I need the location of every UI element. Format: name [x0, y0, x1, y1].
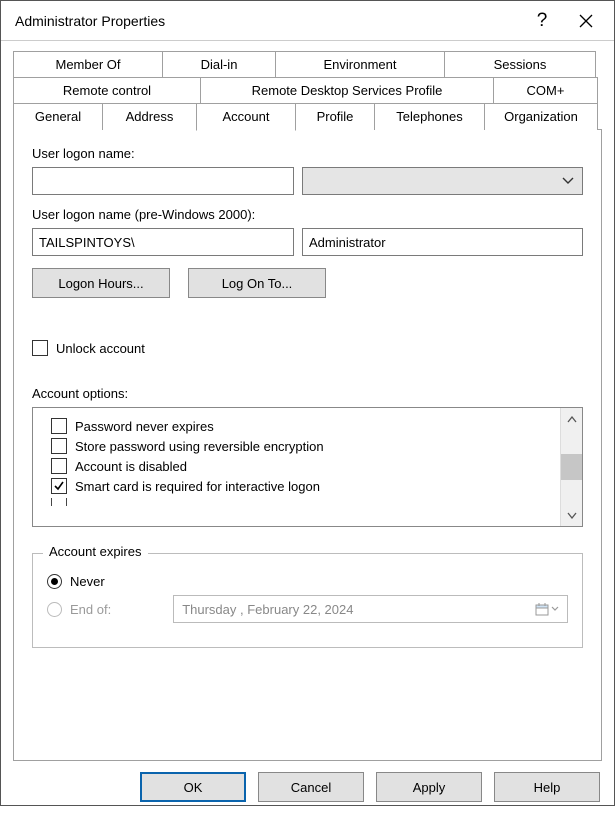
- logon-hours-button[interactable]: Logon Hours...: [32, 268, 170, 298]
- close-button[interactable]: [564, 1, 608, 41]
- prewin-label: User logon name (pre-Windows 2000):: [32, 207, 583, 222]
- tab-rds-profile[interactable]: Remote Desktop Services Profile: [200, 77, 494, 103]
- prewin-user-input[interactable]: [302, 228, 583, 256]
- cancel-button[interactable]: Cancel: [258, 772, 364, 802]
- option-account-disabled[interactable]: Account is disabled: [51, 458, 554, 474]
- tab-panel-account: User logon name: User logon name (pre-Wi…: [13, 129, 602, 761]
- account-options-label: Account options:: [32, 386, 583, 401]
- checkbox-icon: [51, 458, 67, 474]
- logon-name-input[interactable]: [32, 167, 294, 195]
- radio-icon: [47, 574, 62, 589]
- unlock-account-label: Unlock account: [56, 341, 145, 356]
- account-expires-legend: Account expires: [43, 544, 148, 559]
- option-truncated[interactable]: [51, 498, 554, 506]
- tab-dial-in[interactable]: Dial-in: [162, 51, 276, 77]
- option-reversible-encryption[interactable]: Store password using reversible encrypti…: [51, 438, 554, 454]
- radio-icon: [47, 602, 62, 617]
- content-area: Member Of Dial-in Environment Sessions R…: [1, 41, 614, 762]
- question-icon: ?: [537, 10, 548, 32]
- checkbox-icon: [51, 418, 67, 434]
- scroll-up-icon[interactable]: [561, 408, 582, 430]
- calendar-icon: [535, 602, 549, 616]
- expires-never-radio[interactable]: Never: [47, 574, 568, 589]
- tab-account[interactable]: Account: [196, 103, 296, 131]
- tab-profile[interactable]: Profile: [295, 103, 375, 130]
- dialog-footer: OK Cancel Apply Help: [1, 762, 614, 816]
- tab-environment[interactable]: Environment: [275, 51, 445, 77]
- tab-address[interactable]: Address: [102, 103, 197, 130]
- tab-member-of[interactable]: Member Of: [13, 51, 163, 77]
- apply-button[interactable]: Apply: [376, 772, 482, 802]
- scroll-thumb[interactable]: [561, 454, 582, 480]
- tab-com-plus[interactable]: COM+: [493, 77, 598, 103]
- expires-end-of-radio[interactable]: End of: Thursday , February 22, 2024: [47, 595, 568, 623]
- options-scrollbar[interactable]: [560, 408, 582, 526]
- tab-organization[interactable]: Organization: [484, 103, 598, 130]
- dialog-window: Administrator Properties ? Member Of Dia…: [0, 0, 615, 806]
- close-icon: [579, 14, 593, 28]
- checkbox-icon: [32, 340, 48, 356]
- chevron-down-icon: [562, 177, 574, 185]
- scroll-down-icon[interactable]: [561, 504, 582, 526]
- checkbox-icon: [51, 478, 67, 494]
- options-list-inner: Password never expires Store password us…: [33, 408, 560, 526]
- account-expires-group: Account expires Never End of: Thursday ,…: [32, 553, 583, 648]
- tab-remote-control[interactable]: Remote control: [13, 77, 201, 103]
- window-title: Administrator Properties: [15, 13, 520, 29]
- logon-name-label: User logon name:: [32, 146, 583, 161]
- calendar-dropdown-icon: [535, 602, 559, 616]
- checkbox-icon: [51, 498, 67, 506]
- option-password-never-expires[interactable]: Password never expires: [51, 418, 554, 434]
- tab-general[interactable]: General: [13, 103, 103, 130]
- tab-telephones[interactable]: Telephones: [374, 103, 485, 130]
- account-options-list: Password never expires Store password us…: [32, 407, 583, 527]
- help-titlebar-button[interactable]: ?: [520, 1, 564, 41]
- ok-button[interactable]: OK: [140, 772, 246, 802]
- titlebar: Administrator Properties ?: [1, 1, 614, 41]
- tab-strip: Member Of Dial-in Environment Sessions R…: [13, 51, 602, 130]
- log-on-to-button[interactable]: Log On To...: [188, 268, 326, 298]
- expires-date-picker[interactable]: Thursday , February 22, 2024: [173, 595, 568, 623]
- logon-domain-combo[interactable]: [302, 167, 583, 195]
- checkbox-icon: [51, 438, 67, 454]
- prewin-domain-input[interactable]: [32, 228, 294, 256]
- chevron-down-icon: [551, 606, 559, 612]
- expires-date-value: Thursday , February 22, 2024: [182, 602, 353, 617]
- unlock-account-checkbox[interactable]: Unlock account: [32, 340, 583, 356]
- tab-sessions[interactable]: Sessions: [444, 51, 596, 77]
- help-button[interactable]: Help: [494, 772, 600, 802]
- option-smart-card-required[interactable]: Smart card is required for interactive l…: [51, 478, 554, 494]
